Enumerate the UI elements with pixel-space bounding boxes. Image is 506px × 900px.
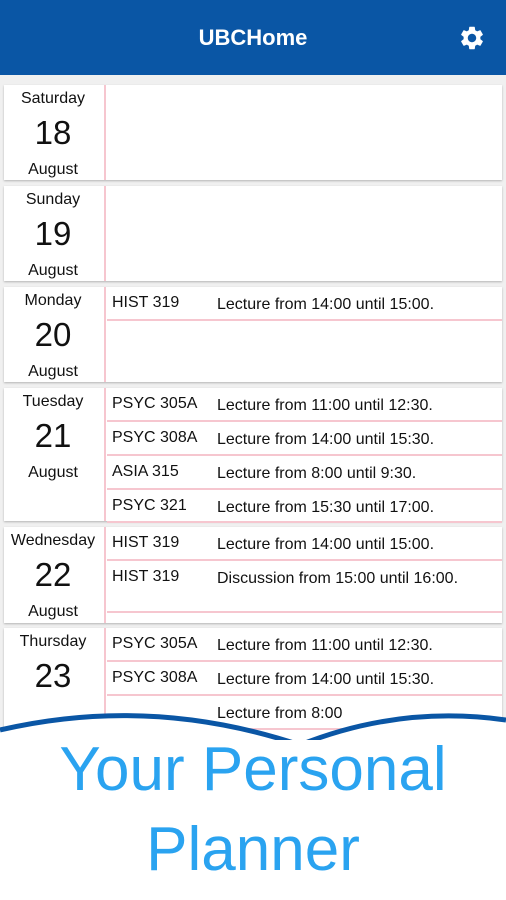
event-description: Lecture from 14:00 until 15:00. (217, 536, 435, 553)
day-card: Sunday 19 August (4, 186, 502, 281)
event-row[interactable]: ASIA 315 Lecture from 8:00 until 9:30. (107, 456, 502, 490)
day-of-week: Saturday (20, 90, 86, 107)
event-description: Lecture from 11:00 until 12:30. (217, 397, 433, 414)
divider (104, 287, 106, 382)
day-of-week: Tuesday (22, 393, 84, 410)
course-code: ASIA 315 (112, 463, 179, 480)
month-label: August (28, 603, 78, 620)
promo-line-2: Planner (146, 815, 360, 884)
date-column: Monday 20 August (4, 287, 102, 382)
app-title: UBCHome (198, 24, 308, 50)
gear-icon[interactable] (458, 24, 486, 52)
day-number: 20 (34, 316, 72, 353)
day-number: 18 (34, 114, 72, 151)
app-bar: UBCHome (0, 0, 506, 75)
day-number: 21 (34, 417, 72, 454)
divider (104, 85, 106, 180)
course-code: PSYC 308A (112, 429, 198, 446)
event-row[interactable]: PSYC 305A Lecture from 11:00 until 12:30… (107, 628, 502, 662)
event-description: Lecture from 14:00 until 15:30. (217, 431, 435, 448)
day-number: 23 (34, 657, 72, 694)
course-code: PSYC 305A (112, 395, 198, 412)
event-row[interactable]: HIST 319 Discussion from 15:00 until 16:… (107, 561, 502, 613)
course-code: PSYC 305A (112, 635, 198, 652)
event-description: Lecture from 11:00 until 12:30. (217, 637, 433, 654)
month-label: August (28, 464, 78, 481)
divider (104, 527, 106, 623)
day-card: Saturday 18 August (4, 85, 502, 180)
event-row[interactable]: HIST 319 Lecture from 14:00 until 15:00. (107, 287, 502, 321)
event-row[interactable]: HIST 319 Lecture from 14:00 until 15:00. (107, 527, 502, 561)
day-of-week: Wednesday (10, 532, 96, 549)
day-card: Monday 20 August HIST 319 Lecture from 1… (4, 287, 502, 382)
day-card: Tuesday 21 August PSYC 305A Lecture from… (4, 388, 502, 523)
course-code: HIST 319 (112, 534, 180, 551)
date-column: Wednesday 22 August (4, 527, 102, 623)
day-number: 22 (34, 556, 72, 593)
promo-headline: Your Personal Planner (0, 730, 506, 890)
course-code: HIST 319 (112, 568, 180, 585)
date-column: Tuesday 21 August (4, 388, 102, 521)
month-label: August (28, 161, 78, 178)
day-number: 19 (34, 215, 72, 252)
date-column: Sunday 19 August (4, 186, 102, 281)
event-row[interactable]: PSYC 308A Lecture from 14:00 until 15:30… (107, 422, 502, 456)
event-description: Lecture from 15:30 until 17:00. (217, 499, 435, 516)
month-label: August (28, 262, 78, 279)
course-code: PSYC 308A (112, 669, 198, 686)
day-card: Wednesday 22 August HIST 319 Lecture fro… (4, 527, 502, 623)
event-row[interactable]: PSYC 308A Lecture from 14:00 until 15:30… (107, 662, 502, 696)
course-code: HIST 319 (112, 294, 180, 311)
event-description: Lecture from 8:00 until 9:30. (217, 465, 417, 482)
event-row[interactable]: PSYC 305A Lecture from 11:00 until 12:30… (107, 388, 502, 422)
event-description: Discussion from 15:00 until 16:00. (217, 570, 459, 587)
day-of-week: Monday (24, 292, 82, 309)
course-code: PSYC 321 (112, 497, 187, 514)
month-label: August (28, 363, 78, 380)
divider (104, 388, 106, 521)
promo-banner: Your Personal Planner (0, 700, 506, 900)
divider (104, 186, 106, 281)
date-column: Saturday 18 August (4, 85, 102, 180)
event-description: Lecture from 14:00 until 15:30. (217, 671, 435, 688)
day-of-week: Sunday (25, 191, 81, 208)
event-row[interactable]: PSYC 321 Lecture from 15:30 until 17:00. (107, 490, 502, 523)
event-description: Lecture from 14:00 until 15:00. (217, 296, 435, 313)
promo-line-1: Your Personal (59, 735, 447, 804)
day-of-week: Thursday (19, 633, 87, 650)
